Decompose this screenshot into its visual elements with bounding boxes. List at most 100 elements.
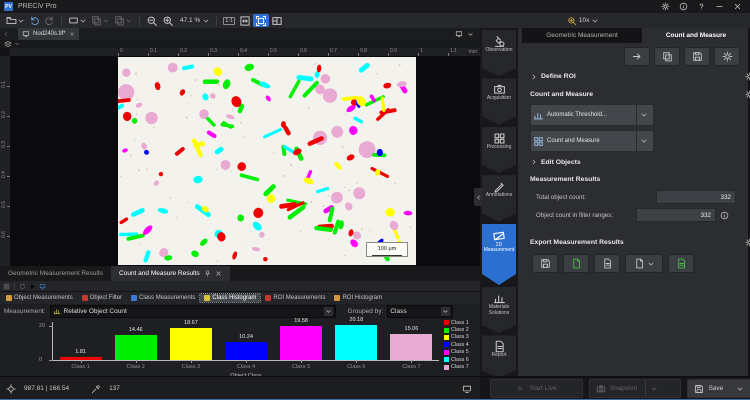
tab-scroll-left-icon[interactable] xyxy=(2,30,10,38)
tab-geometric-measurement[interactable]: Geometric Measurement xyxy=(522,28,642,43)
x-category-label: Class 6 xyxy=(347,364,365,370)
filter-tab-3[interactable]: Class Histogram xyxy=(200,294,260,302)
sidebar-item-observation[interactable]: Observation xyxy=(482,30,516,76)
count-and-measure-panel: Geometric Measurement Count and Measure … xyxy=(518,28,748,376)
start-live-button[interactable]: Start Live xyxy=(490,379,583,398)
select-tool-button[interactable] xyxy=(66,14,89,27)
layers-icon[interactable] xyxy=(4,40,12,48)
filter-tab-icon xyxy=(204,295,210,301)
sidebar-item-annotations[interactable]: Annotations xyxy=(482,175,516,221)
save-icon xyxy=(694,384,704,394)
title-bar: PV PRECiV Pro xyxy=(0,0,750,13)
snapshot-button[interactable]: Snapshot xyxy=(589,379,682,398)
image-canvas[interactable]: 100 µm xyxy=(10,56,480,266)
sidebar-item-report[interactable]: Report xyxy=(482,335,516,378)
run-analysis-button[interactable] xyxy=(624,47,650,66)
filter-tab-1[interactable]: Object Filter xyxy=(78,294,126,302)
fit-width-button[interactable] xyxy=(237,14,253,27)
export-buttons-row xyxy=(532,254,694,273)
info-icon[interactable] xyxy=(679,2,688,11)
view-options-chevron-icon[interactable] xyxy=(467,31,474,38)
zoom-level-dropdown[interactable]: 47.1 % xyxy=(176,14,212,27)
save-settings-button[interactable] xyxy=(684,47,710,66)
save-button[interactable]: Save xyxy=(687,379,750,398)
workflow-sidebar: Observation Acquisition Processing Annot… xyxy=(480,28,518,378)
display-icon[interactable] xyxy=(462,384,472,394)
zoom-1to1-button[interactable]: 1:1 xyxy=(221,14,237,27)
panel-collapse-handle[interactable] xyxy=(474,188,482,206)
ruler-tick-label: 0.6 xyxy=(300,48,307,54)
total-object-count-field[interactable] xyxy=(656,190,736,204)
options-button[interactable] xyxy=(714,47,740,66)
send-to-monitor-icon[interactable] xyxy=(39,283,46,290)
horizontal-ruler: 0 0.1 0.2 0.3 0.4 0.5 0.6 0.7 0.8 0.9 1 … xyxy=(10,48,480,56)
sidebar-item-2d-measurement[interactable]: 2D Measurement xyxy=(482,224,516,285)
analyzed-image[interactable]: 100 µm xyxy=(118,57,416,265)
pin-icon[interactable] xyxy=(204,270,211,277)
edit-objects-section[interactable]: Edit Objects xyxy=(530,158,750,166)
fit-screen-button[interactable] xyxy=(253,14,269,27)
tab-close-icon[interactable] xyxy=(69,31,75,37)
copy-button[interactable] xyxy=(89,14,112,27)
zoom-out-button[interactable] xyxy=(144,14,160,27)
results-filter-tabs: Object Measurements Object Filter Class … xyxy=(0,292,480,304)
settings-icon[interactable] xyxy=(661,2,670,11)
layers-chevron-icon[interactable] xyxy=(14,41,20,47)
ruler-tick-label: 1.1 xyxy=(450,48,457,54)
play-icon xyxy=(516,384,525,393)
bar-value-label: 10.24 xyxy=(239,334,253,340)
minimize-icon[interactable] xyxy=(715,2,724,11)
zoom-in-button[interactable] xyxy=(160,14,176,27)
grouped-by-dropdown[interactable]: Class xyxy=(387,305,453,318)
x-category-label: Class 2 xyxy=(127,364,145,370)
x-category-label: Class 1 xyxy=(71,364,89,370)
close-icon[interactable] xyxy=(733,2,742,11)
measurement-dropdown[interactable]: Relative Object Count xyxy=(50,305,336,318)
panel-close-icon[interactable] xyxy=(215,270,222,277)
copy-settings-button[interactable] xyxy=(654,47,680,66)
filter-range-count-field[interactable] xyxy=(636,208,716,222)
filter-tab-icon xyxy=(131,295,137,301)
document-tab[interactable]: Nod240s.tif* xyxy=(18,28,79,40)
layout-panes-button[interactable] xyxy=(269,14,285,27)
cursor-coordinates: 987.81 | 168.54 xyxy=(24,385,69,392)
count-and-measure-button[interactable]: Count and Measure xyxy=(530,130,654,152)
tab-count-and-measure[interactable]: Count and Measure xyxy=(646,28,746,43)
redo-button[interactable] xyxy=(42,14,57,27)
undo-button[interactable] xyxy=(27,14,42,27)
export-excel-button[interactable] xyxy=(563,254,589,273)
tab-count-measure-results[interactable]: Count and Measure Results xyxy=(111,266,230,281)
count-measure-settings-icon[interactable] xyxy=(745,90,750,99)
x-category-label: Class 3 xyxy=(182,364,200,370)
tab-geometric-results[interactable]: Geometric Measurement Results xyxy=(0,266,111,281)
export-csv-button[interactable] xyxy=(594,254,620,273)
objective-selector[interactable]: 10x xyxy=(565,14,601,27)
help-icon[interactable] xyxy=(697,2,706,11)
measurement-icon xyxy=(492,229,506,243)
sidebar-item-processing[interactable]: Processing xyxy=(482,127,516,173)
automatic-threshold-button[interactable]: Automatic Threshold... xyxy=(530,104,654,126)
export-report-button[interactable] xyxy=(625,254,663,273)
define-roi-section[interactable]: Define ROI xyxy=(530,72,750,81)
export-workbook-button[interactable] xyxy=(532,254,558,273)
filter-tab-2[interactable]: Class Measurements xyxy=(127,294,199,302)
legend-item: Class 1 xyxy=(444,319,478,326)
export-settings-icon[interactable] xyxy=(745,238,750,247)
sidebar-item-acquisition[interactable]: Acquisition xyxy=(482,78,516,124)
chart-plot-area: 0 20 1.81 Class 1 14.46 Class 2 18.67 Cl… xyxy=(52,322,439,361)
x-category-label: Class 5 xyxy=(292,364,310,370)
open-file-button[interactable] xyxy=(4,14,27,27)
filter-tab-5[interactable]: ROI Histogram xyxy=(330,294,386,302)
export-powerpoint-button[interactable] xyxy=(668,254,694,273)
paste-button[interactable] xyxy=(112,14,135,27)
x-category-label: Class 7 xyxy=(402,364,420,370)
filter-tab-4[interactable]: ROI Measurements xyxy=(261,294,329,302)
define-roi-settings-icon[interactable] xyxy=(745,72,750,81)
filter-tab-0[interactable]: Object Measurements xyxy=(2,294,77,302)
filter-info-icon[interactable] xyxy=(720,211,729,220)
view-monitor-icon[interactable] xyxy=(455,30,463,38)
refresh-icon[interactable] xyxy=(19,283,26,290)
chart-legend: Class 1 Class 2 Class 3 Class 4 Class 5 … xyxy=(444,319,478,371)
live-update-icon[interactable] xyxy=(29,283,36,290)
sidebar-item-materials-solutions[interactable]: Materials Solutions xyxy=(482,287,516,333)
